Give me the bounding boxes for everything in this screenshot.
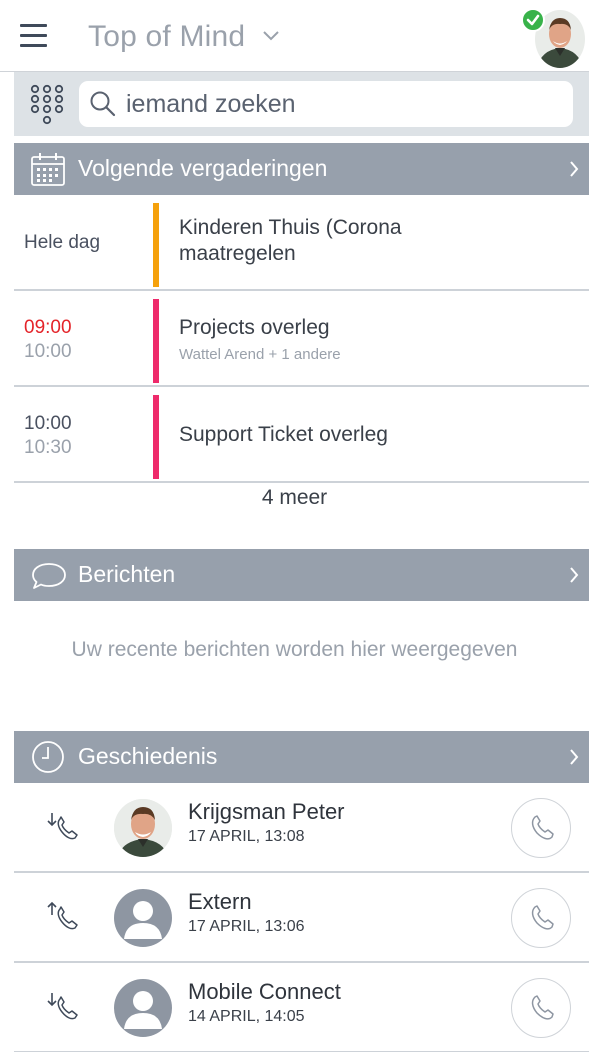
user-avatar[interactable] xyxy=(521,6,585,68)
phone-icon xyxy=(531,995,554,1020)
contact-avatar-placeholder-icon xyxy=(114,979,172,1037)
history-row[interactable]: Krijgsman Peter 17 APRIL, 13:08 xyxy=(14,783,589,873)
meeting-end-time: 10:00 xyxy=(24,341,72,362)
phone-icon xyxy=(531,905,554,930)
phone-icon xyxy=(531,815,554,840)
more-meetings-link[interactable]: 4 meer xyxy=(0,486,589,510)
contact-name: Mobile Connect xyxy=(188,979,341,1004)
clock-icon xyxy=(32,741,64,773)
contact-avatar-placeholder-icon xyxy=(114,889,172,947)
app-header: Top of Mind xyxy=(0,0,589,72)
meeting-title: Support Ticket overleg xyxy=(179,423,388,446)
incoming-call-icon xyxy=(47,993,78,1020)
messages-section-header[interactable]: Berichten xyxy=(14,549,589,601)
history-row[interactable]: Mobile Connect 14 APRIL, 14:05 xyxy=(14,963,589,1052)
online-status-icon xyxy=(521,8,545,32)
meeting-end-time: 10:30 xyxy=(24,437,72,458)
dialpad-icon[interactable] xyxy=(30,84,64,126)
meetings-section-header[interactable]: Volgende vergaderingen xyxy=(14,143,589,195)
meeting-start-time: 10:00 xyxy=(24,413,72,434)
meeting-row[interactable]: Hele dag Kinderen Thuis (Corona maatrege… xyxy=(14,195,589,291)
history-row[interactable]: Extern 17 APRIL, 13:06 xyxy=(14,873,589,963)
incoming-call-icon xyxy=(47,813,78,840)
outgoing-call-icon xyxy=(47,901,78,930)
call-button[interactable] xyxy=(511,888,571,948)
chevron-right-icon xyxy=(570,567,579,583)
messages-empty-state: Uw recente berichten worden hier weergeg… xyxy=(71,638,518,661)
meetings-title: Volgende vergaderingen xyxy=(78,155,328,181)
call-date: 17 APRIL, 13:06 xyxy=(188,918,305,935)
call-date: 14 APRIL, 14:05 xyxy=(188,1008,305,1025)
meeting-title: Projects overleg xyxy=(179,316,330,339)
history-title: Geschiedenis xyxy=(78,743,218,769)
search-input[interactable]: iemand zoeken xyxy=(79,81,573,127)
call-button[interactable] xyxy=(511,798,571,858)
chevron-right-icon xyxy=(570,749,579,765)
meeting-row[interactable]: 10:00 10:30 Support Ticket overleg xyxy=(14,387,589,483)
contact-name: Extern xyxy=(188,889,252,914)
meeting-color-bar xyxy=(153,395,159,479)
call-date: 17 APRIL, 13:08 xyxy=(188,828,305,845)
meeting-attendees: Wattel Arend + 1 andere xyxy=(179,346,341,363)
meeting-start-time: 09:00 xyxy=(24,317,72,338)
chevron-down-icon[interactable] xyxy=(262,30,280,42)
contact-name: Krijgsman Peter xyxy=(188,799,345,824)
chevron-right-icon xyxy=(570,161,579,177)
speech-bubble-icon xyxy=(32,563,66,589)
app-title[interactable]: Top of Mind xyxy=(88,20,245,54)
search-icon xyxy=(90,91,116,117)
search-placeholder: iemand zoeken xyxy=(126,90,296,118)
call-button[interactable] xyxy=(511,978,571,1038)
meeting-title: Kinderen Thuis (Corona maatregelen xyxy=(179,216,402,265)
messages-title: Berichten xyxy=(78,561,176,587)
meeting-row[interactable]: 09:00 10:00 Projects overleg Wattel Aren… xyxy=(14,291,589,387)
contact-photo xyxy=(114,799,172,857)
meeting-color-bar xyxy=(153,299,159,383)
calendar-icon xyxy=(31,153,65,186)
meeting-time: Hele dag xyxy=(24,232,101,253)
hamburger-icon[interactable] xyxy=(20,24,48,48)
meeting-color-bar xyxy=(153,203,159,287)
history-section-header[interactable]: Geschiedenis xyxy=(14,731,589,783)
